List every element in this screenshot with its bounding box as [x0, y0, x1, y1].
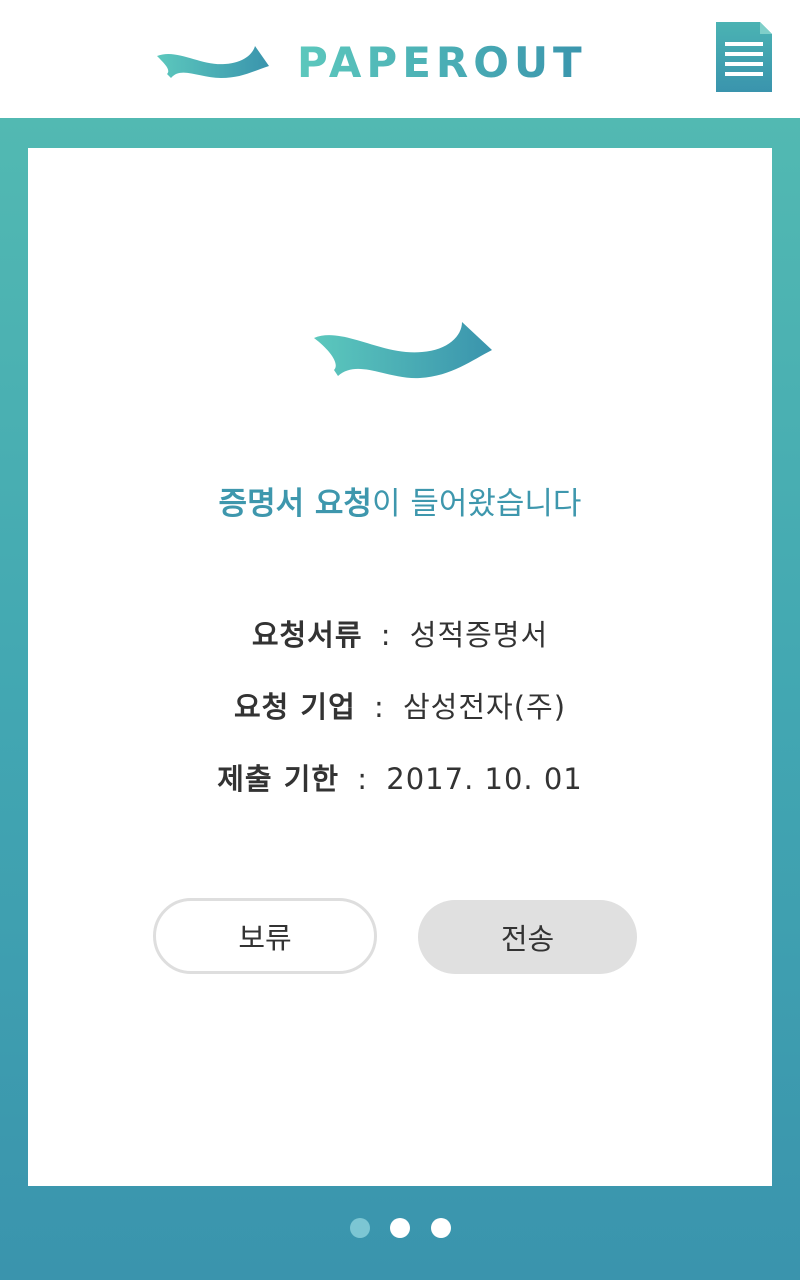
send-button[interactable]: 전송: [418, 900, 637, 974]
detail-separator: :: [374, 690, 385, 724]
detail-separator: :: [380, 618, 392, 652]
detail-value: 삼성전자(주): [403, 690, 567, 724]
page-dot-2[interactable]: [390, 1218, 410, 1238]
brand-name: PAPEROUT: [297, 38, 587, 87]
detail-label: 요청서류: [251, 618, 363, 652]
app-header: PAPEROUT: [0, 0, 800, 118]
page-dot-1[interactable]: [350, 1218, 370, 1238]
detail-deadline: 제출 기한 : 2017. 10. 01: [28, 762, 772, 797]
detail-company: 요청 기업 : 삼성전자(주): [28, 690, 772, 725]
page-dot-3[interactable]: [431, 1218, 451, 1238]
paper-wave-logo-icon: [312, 320, 494, 382]
detail-value: 성적증명서: [409, 618, 549, 652]
paper-wave-icon: [155, 44, 271, 82]
headline-strong: 증명서 요청: [218, 486, 372, 522]
page-indicator: [0, 1218, 800, 1240]
detail-label: 요청 기업: [233, 690, 356, 724]
detail-label: 제출 기한: [217, 762, 340, 796]
detail-value: 2017. 10. 01: [386, 762, 583, 796]
menu-button[interactable]: [716, 22, 772, 92]
hold-button[interactable]: 보류: [153, 898, 377, 974]
document-menu-icon: [716, 22, 772, 92]
detail-separator: :: [357, 762, 369, 796]
headline-rest: 이 들어왔습니다: [371, 486, 582, 522]
request-card: 증명서 요청이 들어왔습니다 요청서류 : 성적증명서 요청 기업 : 삼성전자…: [28, 148, 772, 1186]
detail-document-type: 요청서류 : 성적증명서: [28, 618, 772, 653]
brand[interactable]: PAPEROUT: [155, 30, 587, 96]
request-headline: 증명서 요청이 들어왔습니다: [28, 486, 772, 523]
